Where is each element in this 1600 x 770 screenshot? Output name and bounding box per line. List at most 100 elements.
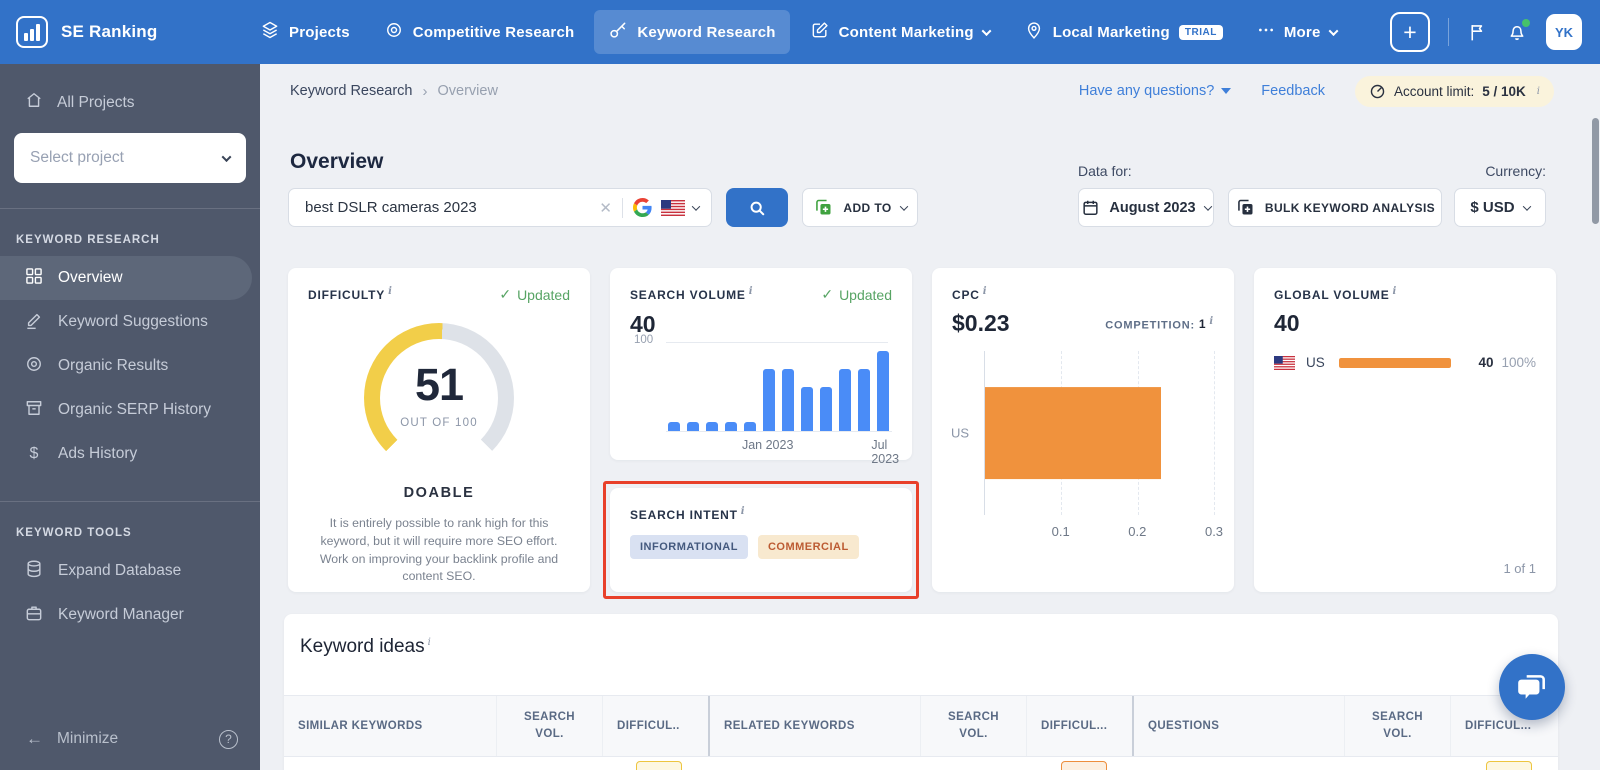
clear-icon[interactable]: ✕ bbox=[599, 199, 612, 217]
nav-projects[interactable]: Projects bbox=[246, 10, 364, 54]
sidebar-all-projects[interactable]: All Projects bbox=[24, 90, 260, 115]
x-tick: 0.2 bbox=[1128, 524, 1147, 539]
nav-local-marketing[interactable]: Local Marketing TRIAL bbox=[1010, 10, 1237, 54]
nav-keyword-research[interactable]: Keyword Research bbox=[594, 10, 790, 54]
date-selector[interactable]: August 2023 bbox=[1078, 188, 1214, 227]
divider bbox=[622, 197, 623, 218]
overview-cards: DIFFICULTY i ✓ Updated 51 OUT OF 100 DOABL… bbox=[288, 268, 1558, 599]
trial-badge: TRIAL bbox=[1178, 24, 1223, 40]
chevron-down-icon bbox=[1203, 201, 1212, 211]
grid-icon bbox=[24, 266, 44, 291]
info-icon[interactable]: i bbox=[1209, 316, 1214, 327]
info-icon[interactable]: i bbox=[741, 506, 746, 517]
search-volume-bar bbox=[858, 368, 870, 431]
country-selector[interactable] bbox=[661, 199, 701, 216]
keyword-ideas-header-row: SIMILAR KEYWORDS SEARCH VOL. DIFFICUL.. … bbox=[284, 695, 1558, 757]
keyword-search-input[interactable] bbox=[303, 198, 590, 217]
difficulty-badge bbox=[1061, 761, 1107, 770]
topnav-right: + YK bbox=[1390, 12, 1600, 52]
column-header-similar-keywords[interactable]: SIMILAR KEYWORDS bbox=[284, 696, 496, 756]
nav-content-marketing[interactable]: Content Marketing bbox=[796, 10, 1004, 54]
cpc-value: $0.23 bbox=[952, 310, 1010, 336]
nav-more[interactable]: More bbox=[1243, 10, 1351, 54]
check-icon: ✓ bbox=[499, 286, 512, 302]
sidebar-item-organic-serp-history[interactable]: Organic SERP History bbox=[0, 388, 260, 432]
pagination: 1 of 1 bbox=[1503, 561, 1536, 576]
search-volume-bar bbox=[668, 422, 680, 431]
add-new-button[interactable]: + bbox=[1390, 12, 1430, 52]
add-to-button[interactable]: ADD TO bbox=[802, 188, 918, 227]
notifications-bell-icon[interactable] bbox=[1506, 19, 1530, 43]
search-volume-bar bbox=[820, 386, 832, 431]
have-questions-link[interactable]: Have any questions? bbox=[1079, 83, 1232, 99]
bulk-keyword-analysis-button[interactable]: BULK KEYWORD ANALYSIS bbox=[1228, 188, 1442, 227]
chevron-down-icon bbox=[1522, 201, 1531, 211]
sidebar-item-keyword-manager[interactable]: Keyword Manager bbox=[0, 593, 260, 637]
caret-down-icon bbox=[1221, 88, 1232, 94]
user-avatar[interactable]: YK bbox=[1546, 14, 1582, 50]
help-icon[interactable]: ? bbox=[219, 729, 238, 749]
search-volume-bar bbox=[687, 422, 699, 431]
sidebar-item-ads-history[interactable]: $ Ads History bbox=[0, 432, 260, 476]
nav-competitive-research[interactable]: Competitive Research bbox=[370, 10, 589, 54]
vertical-scrollbar[interactable] bbox=[1592, 118, 1599, 224]
search-volume-bar bbox=[801, 386, 813, 431]
column-header-search-vol[interactable]: SEARCH VOL. bbox=[1344, 696, 1450, 756]
section-title-keyword-tools: KEYWORD TOOLS bbox=[16, 527, 132, 539]
key-icon bbox=[608, 20, 628, 44]
breadcrumb-keyword-research[interactable]: Keyword Research bbox=[290, 83, 413, 99]
layers-icon bbox=[260, 20, 280, 44]
cpc-bar bbox=[985, 387, 1161, 479]
account-limit-pill[interactable]: Account limit: 5 / 10K i bbox=[1354, 75, 1554, 107]
project-select[interactable]: Select project bbox=[14, 133, 246, 183]
column-header-difficulty[interactable]: DIFFICUL.. bbox=[602, 696, 708, 756]
edit-square-icon bbox=[810, 20, 830, 44]
info-icon[interactable]: i bbox=[749, 286, 754, 297]
search-volume-bar bbox=[706, 422, 718, 431]
google-icon[interactable] bbox=[633, 198, 652, 217]
x-tick-jan: Jan 2023 bbox=[741, 438, 794, 452]
brand[interactable]: SE Ranking bbox=[0, 16, 246, 48]
column-header-search-vol[interactable]: SEARCH VOL. bbox=[496, 696, 602, 756]
main-nav: Projects Competitive Research Keyword Re… bbox=[246, 10, 1351, 54]
arrow-left-icon: ← bbox=[26, 729, 43, 748]
column-header-difficulty[interactable]: DIFFICUL... bbox=[1026, 696, 1132, 756]
info-icon[interactable]: i bbox=[428, 637, 431, 648]
info-icon[interactable]: i bbox=[388, 286, 393, 297]
chat-widget-button[interactable] bbox=[1499, 654, 1565, 720]
search-volume-bar bbox=[877, 350, 889, 431]
search-button[interactable] bbox=[726, 188, 788, 227]
search-icon bbox=[747, 198, 767, 218]
page-title: Overview bbox=[290, 150, 384, 174]
us-flag-icon bbox=[661, 199, 685, 216]
sidebar-item-overview[interactable]: Overview bbox=[0, 256, 252, 300]
gauge-icon bbox=[1369, 83, 1386, 100]
info-icon[interactable]: i bbox=[983, 286, 988, 297]
x-tick: 0.3 bbox=[1204, 524, 1224, 539]
flag-icon[interactable] bbox=[1467, 22, 1488, 43]
gridline bbox=[1214, 351, 1215, 515]
difficulty-title: DIFFICULTY i bbox=[308, 286, 393, 302]
x-tick: 0.1 bbox=[1051, 524, 1070, 539]
sidebar-item-keyword-suggestions[interactable]: Keyword Suggestions bbox=[0, 300, 260, 344]
difficulty-badge bbox=[1486, 761, 1532, 770]
sidebar-bottom: ← Minimize ? bbox=[0, 718, 260, 770]
column-header-related-keywords[interactable]: RELATED KEYWORDS bbox=[708, 696, 920, 756]
info-icon[interactable]: i bbox=[1537, 86, 1540, 97]
keyword-ideas-title: Keyword ideas i bbox=[300, 636, 431, 657]
chat-bubble-icon bbox=[1515, 670, 1549, 704]
sidebar-item-expand-database[interactable]: Expand Database bbox=[0, 549, 260, 593]
column-header-questions[interactable]: QUESTIONS bbox=[1132, 696, 1344, 756]
column-header-search-vol[interactable]: SEARCH VOL. bbox=[920, 696, 1026, 756]
sidebar-item-organic-results[interactable]: Organic Results bbox=[0, 344, 260, 388]
minimize-button[interactable]: Minimize bbox=[57, 730, 118, 748]
global-volume-title: GLOBAL VOLUME i bbox=[1274, 286, 1398, 302]
feedback-link[interactable]: Feedback bbox=[1261, 83, 1325, 99]
global-volume-value: 40 bbox=[1274, 310, 1300, 336]
info-icon[interactable]: i bbox=[1393, 286, 1398, 297]
currency-selector[interactable]: $ USD bbox=[1454, 188, 1546, 227]
breadcrumb-bar: Keyword Research › Overview Have any que… bbox=[260, 64, 1600, 118]
section-title-keyword-research: KEYWORD RESEARCH bbox=[16, 234, 160, 246]
copy-plus-green-icon bbox=[813, 197, 834, 218]
map-pin-icon bbox=[1024, 20, 1044, 44]
